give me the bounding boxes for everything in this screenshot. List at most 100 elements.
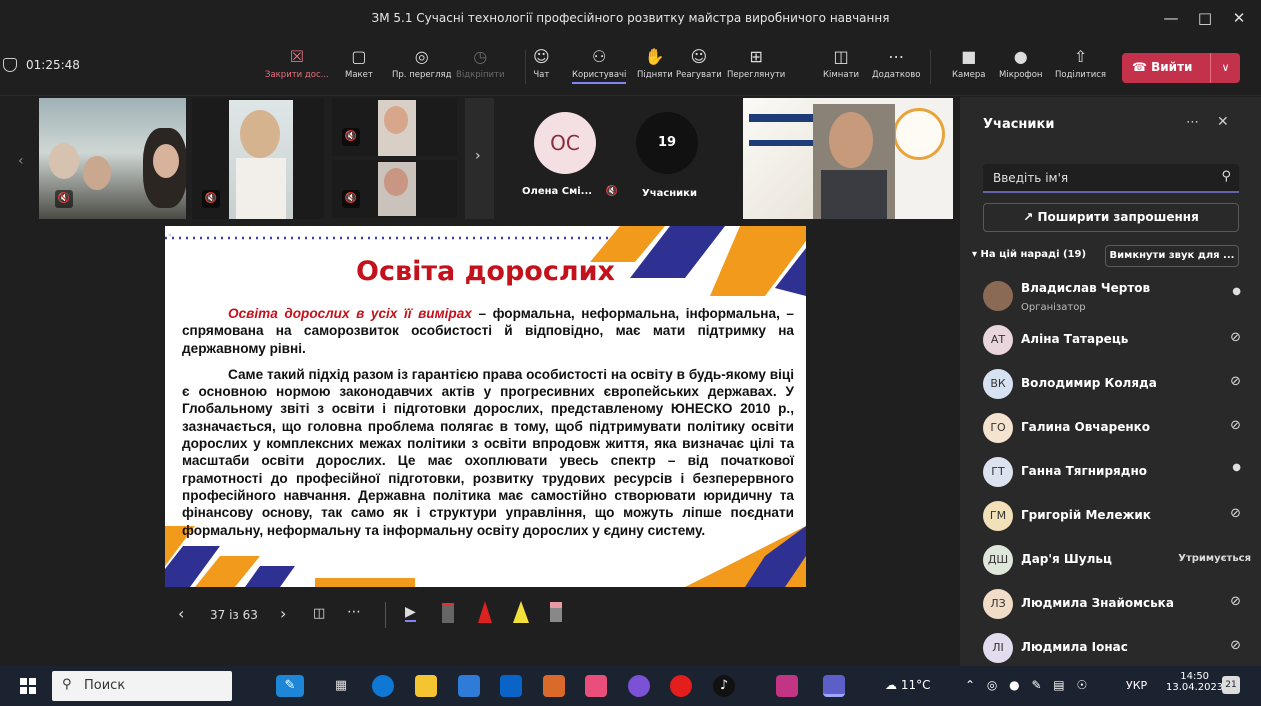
unpin-button[interactable]: ◷ Відкріпити xyxy=(456,47,505,80)
video-tile-small-1[interactable]: 🔇 xyxy=(332,98,457,156)
tray-icons[interactable]: ⌃ ◎ ● ✎ ▤ ☉ xyxy=(965,678,1091,692)
leave-dropdown[interactable]: ∨ xyxy=(1210,53,1240,83)
participant-row[interactable]: ГО Галина Овчаренко ⊘ xyxy=(983,410,1251,450)
opera-icon[interactable] xyxy=(670,675,692,697)
pointer-icon[interactable]: ▶ xyxy=(405,604,416,622)
camera-icon: ■ xyxy=(961,47,977,66)
start-icon[interactable] xyxy=(20,678,36,694)
close-icon[interactable]: ✕ xyxy=(1217,114,1229,130)
participant-name: Аліна Татарець xyxy=(1021,332,1129,346)
shield-icon xyxy=(3,58,17,72)
participant-count[interactable]: 19 xyxy=(636,112,698,174)
title-bar: ЗМ 5.1 Сучасні технології професійного р… xyxy=(0,0,1261,38)
mic-off-icon: ⊘ xyxy=(1230,330,1241,345)
laser-pen-icon[interactable] xyxy=(442,603,454,623)
video-tile-small-2[interactable]: 🔇 xyxy=(332,160,457,218)
close-share-button[interactable]: ☒ Закрити дос... xyxy=(265,47,329,80)
slide-sorter-icon[interactable]: ◫ xyxy=(313,606,325,621)
more-options-icon[interactable]: ⋯ xyxy=(347,604,361,620)
chat-label: Чат xyxy=(533,70,550,80)
participant-row[interactable]: ГМ Григорій Мележик ⊘ xyxy=(983,498,1251,538)
avatar: ДШ xyxy=(983,545,1013,575)
mail-icon[interactable] xyxy=(500,675,522,697)
meeting-timer: 01:25:48 xyxy=(26,58,80,72)
chevron-down-icon: ▾ xyxy=(972,249,978,260)
presenter-view-button[interactable]: ◎ Пр. перегляд xyxy=(392,47,452,80)
participant-row[interactable]: ЛІ Людмила Іонас ⊘ xyxy=(983,630,1251,670)
avatar[interactable]: ОС xyxy=(534,112,596,174)
leave-button[interactable]: ☎ Вийти ∨ xyxy=(1122,53,1240,83)
tiktok-icon[interactable]: ♪ xyxy=(713,675,735,697)
video-tile-woman[interactable]: 🔇 xyxy=(192,98,324,219)
minimize-button[interactable]: — xyxy=(1158,6,1184,30)
pen-icon[interactable] xyxy=(478,601,492,623)
microphone-icon: ● xyxy=(1232,462,1241,473)
viber-icon[interactable] xyxy=(628,675,650,697)
slide-controls: ‹ 37 із 63 › ◫ ⋯ ▶ xyxy=(0,596,620,636)
smiley-icon: ☺ xyxy=(690,47,708,66)
weather[interactable]: ☁ 11°C xyxy=(885,678,930,692)
explorer-icon[interactable] xyxy=(415,675,437,697)
next-slide-icon[interactable]: › xyxy=(280,604,286,623)
more-label: Додатково xyxy=(872,70,921,80)
participant-row[interactable]: АТ Аліна Татарець ⊘ xyxy=(983,322,1251,362)
highlighter-icon[interactable] xyxy=(513,601,529,623)
participant-row[interactable]: ГТ Ганна Тягнирядно ● xyxy=(983,454,1251,494)
presenter-video[interactable] xyxy=(743,98,953,219)
participant-name: Людмила Іонас xyxy=(1021,640,1128,654)
participant-row[interactable]: ЛЗ Людмила Знайомська ⊘ xyxy=(983,586,1251,626)
react-button[interactable]: ☺ Реагувати xyxy=(676,47,722,80)
users-button[interactable]: ⚇ Користувачі xyxy=(572,47,627,84)
clock[interactable]: 14:50 13.04.2023 xyxy=(1166,671,1223,693)
eraser-icon[interactable] xyxy=(550,602,562,622)
share-label: Поділитися xyxy=(1055,70,1107,80)
panel-more-icon[interactable]: ⋯ xyxy=(1186,115,1199,130)
instagram-icon[interactable] xyxy=(776,675,798,697)
view-button[interactable]: ⊞ Переглянути xyxy=(727,47,785,80)
mute-all-button[interactable]: Вимкнути звук для ... xyxy=(1105,245,1239,267)
close-window-button[interactable]: ✕ xyxy=(1226,6,1252,30)
widget-icon[interactable]: ✎ xyxy=(276,675,304,697)
participant-name: Олена Смі... 🔇 xyxy=(522,186,619,197)
app-icon[interactable] xyxy=(543,675,565,697)
share-button[interactable]: ⇧ Поділитися xyxy=(1055,47,1106,80)
participant-name: Ганна Тягнирядно xyxy=(1021,464,1147,478)
participant-row[interactable]: Владислав Чертов Організатор ● xyxy=(983,278,1251,318)
rooms-button[interactable]: ◫ Кімнати xyxy=(823,47,859,80)
camera-button[interactable]: ■ Камера xyxy=(952,47,986,80)
avatar: ГО xyxy=(983,413,1013,443)
taskbar-search[interactable]: ⚲ Поиск xyxy=(52,671,232,701)
gallery-next-button[interactable]: › xyxy=(465,98,494,219)
mic-off-icon: ⊘ xyxy=(1230,374,1241,389)
mic-off-icon: ⊘ xyxy=(1230,594,1241,609)
window-title: ЗМ 5.1 Сучасні технології професійного р… xyxy=(371,11,890,25)
chat-button[interactable]: ☺ Чат xyxy=(533,47,550,80)
prev-slide-icon[interactable]: ‹ xyxy=(178,604,184,623)
maximize-button[interactable]: □ xyxy=(1192,6,1218,30)
video-tile-group[interactable]: 🔇 xyxy=(39,98,186,219)
section-header[interactable]: ▾ На цій нараді (19) xyxy=(972,249,1086,260)
paint-icon[interactable] xyxy=(585,675,607,697)
participant-name: Володимир Коляда xyxy=(1021,376,1157,390)
rooms-icon: ◫ xyxy=(833,47,849,66)
share-icon: ⇧ xyxy=(1073,47,1088,66)
invite-button[interactable]: ↗ Поширити запрошення xyxy=(983,203,1239,232)
participant-status: Утримується xyxy=(1178,553,1251,564)
leave-label: ☎ Вийти xyxy=(1132,60,1193,74)
avatar: ГТ xyxy=(983,457,1013,487)
raise-hand-button[interactable]: ✋ Підняти xyxy=(637,47,673,80)
notification-badge[interactable]: 21 xyxy=(1222,676,1240,694)
task-view-icon[interactable]: ▦ xyxy=(330,675,352,697)
layout-button[interactable]: ▢ Макет xyxy=(345,47,373,80)
participant-row[interactable]: ДШ Дар'я Шульц Утримується xyxy=(983,542,1251,582)
language-indicator[interactable]: УКР xyxy=(1126,679,1147,692)
search-placeholder: Введіть ім'я xyxy=(993,171,1069,185)
teams-icon[interactable] xyxy=(823,675,845,697)
edge-icon[interactable] xyxy=(372,675,394,697)
search-input[interactable]: Введіть ім'я ⚲ xyxy=(983,164,1239,193)
store-icon[interactable] xyxy=(458,675,480,697)
gallery-prev-icon[interactable]: ‹ xyxy=(18,153,24,169)
mic-button[interactable]: ● Мікрофон xyxy=(999,47,1042,80)
more-button[interactable]: ⋯ Додатково xyxy=(872,47,920,80)
participant-row[interactable]: ВК Володимир Коляда ⊘ xyxy=(983,366,1251,406)
